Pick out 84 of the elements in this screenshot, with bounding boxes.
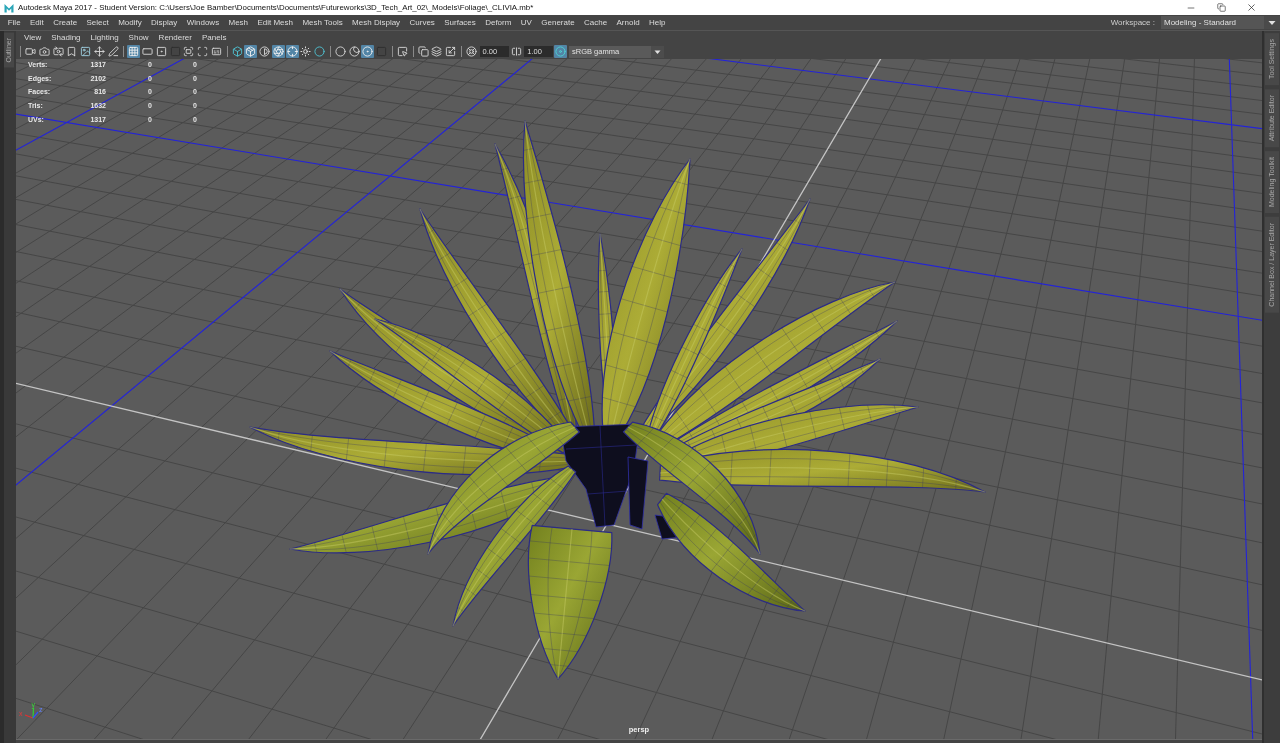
toolbar-button[interactable] — [361, 45, 375, 58]
pen-icon — [107, 46, 119, 57]
move-arrows-icon — [93, 46, 105, 57]
menu-item[interactable]: Display — [146, 15, 182, 30]
toolbar-button[interactable] — [154, 45, 168, 58]
toolbar-button[interactable] — [92, 45, 106, 58]
menu-item[interactable]: Mesh Tools — [297, 15, 348, 30]
toolbar-button[interactable] — [51, 45, 65, 58]
toolbar-button[interactable] — [244, 45, 258, 58]
scan-icon — [197, 46, 208, 57]
frame-corners-icon — [183, 46, 195, 57]
circle-icon — [334, 46, 346, 57]
menu-item[interactable]: Help — [644, 15, 671, 30]
cursor-icon — [396, 46, 408, 57]
workspace-dropdown[interactable]: Modeling - Standard — [1161, 16, 1280, 29]
toolbar-button[interactable] — [230, 45, 244, 58]
rectangle-icon — [142, 46, 153, 57]
menu-item[interactable]: Edit — [25, 15, 49, 30]
sun-icon — [300, 46, 312, 57]
menu-item[interactable]: Mesh Display — [347, 15, 405, 30]
menu-item[interactable]: Curves — [404, 15, 440, 30]
disc-icon — [555, 46, 567, 57]
axis-gizmo-icon — [24, 707, 39, 719]
panel-menu-item[interactable]: Show — [123, 31, 154, 44]
toolbar-button[interactable] — [430, 45, 444, 58]
toolbar-button[interactable] — [464, 45, 478, 58]
restore-icon — [1216, 3, 1226, 12]
toolbar-button[interactable] — [209, 45, 223, 58]
toolbar-button[interactable] — [24, 45, 37, 58]
menu-item[interactable]: Cache — [579, 15, 612, 30]
toolbar-button[interactable] — [37, 45, 51, 58]
toolbar-button[interactable] — [509, 45, 523, 58]
menu-item[interactable]: Arnold — [611, 15, 645, 30]
panel-menu-item[interactable]: Panels — [196, 31, 232, 44]
menu-item[interactable]: Create — [48, 15, 82, 30]
cube-icon — [231, 46, 243, 57]
layers-icon — [431, 46, 443, 57]
app-logo-icon — [4, 2, 14, 13]
caret-down-icon — [651, 45, 664, 58]
menu-item[interactable]: Windows — [182, 15, 224, 30]
bookmark-icon — [66, 46, 78, 57]
camera-icon — [38, 46, 50, 57]
toolbar-button[interactable] — [196, 45, 209, 58]
panel-menu-item[interactable]: Lighting — [85, 31, 124, 44]
menu-item[interactable]: Edit Mesh — [252, 15, 298, 30]
menu-item[interactable]: Generate — [536, 15, 580, 30]
toolbar-button[interactable] — [141, 45, 154, 58]
ring-icon — [465, 46, 477, 57]
video-camera-icon — [25, 46, 36, 57]
toolbar-button[interactable] — [271, 45, 285, 58]
close-icon — [1245, 2, 1257, 13]
copy-icon — [417, 46, 429, 57]
image-icon — [80, 46, 91, 57]
menu-item[interactable]: Select — [81, 15, 114, 30]
target-icon — [362, 46, 374, 57]
toolbar-button[interactable] — [416, 45, 430, 58]
toolbar-button[interactable] — [313, 45, 326, 58]
grid-icon — [128, 46, 140, 57]
scaling-icon — [445, 46, 456, 57]
aperture-icon — [272, 46, 284, 57]
panel-menu-item[interactable]: Renderer — [153, 31, 197, 44]
menu-item[interactable]: Mesh — [223, 15, 253, 30]
captions-icon — [210, 46, 222, 57]
panel-menu-item[interactable]: View — [19, 31, 47, 44]
split-square-icon — [510, 46, 522, 57]
panel-menu-item[interactable]: Shading — [46, 31, 86, 44]
menu-item[interactable]: Surfaces — [439, 15, 481, 30]
menu-item[interactable]: Deform — [480, 15, 517, 30]
contrast-icon — [259, 46, 270, 57]
menu-item[interactable]: File — [3, 15, 26, 30]
eclipse-icon — [348, 46, 360, 57]
menu-item[interactable]: UV — [516, 15, 537, 30]
toolbar-button[interactable] — [395, 45, 409, 58]
toolbar-button[interactable] — [299, 45, 313, 58]
circle-icon — [314, 46, 325, 57]
toolbar-button[interactable] — [333, 45, 347, 58]
workspace-label: Workspace : — [1110, 18, 1155, 27]
crosshair-icon — [286, 46, 298, 57]
package-icon — [245, 46, 257, 57]
menu-item[interactable]: Modify — [113, 15, 147, 30]
switch-camera-icon — [52, 46, 64, 57]
toolbar-button[interactable] — [182, 45, 196, 58]
toolbar-button[interactable] — [554, 45, 568, 58]
toolbar-button[interactable] — [127, 45, 141, 58]
